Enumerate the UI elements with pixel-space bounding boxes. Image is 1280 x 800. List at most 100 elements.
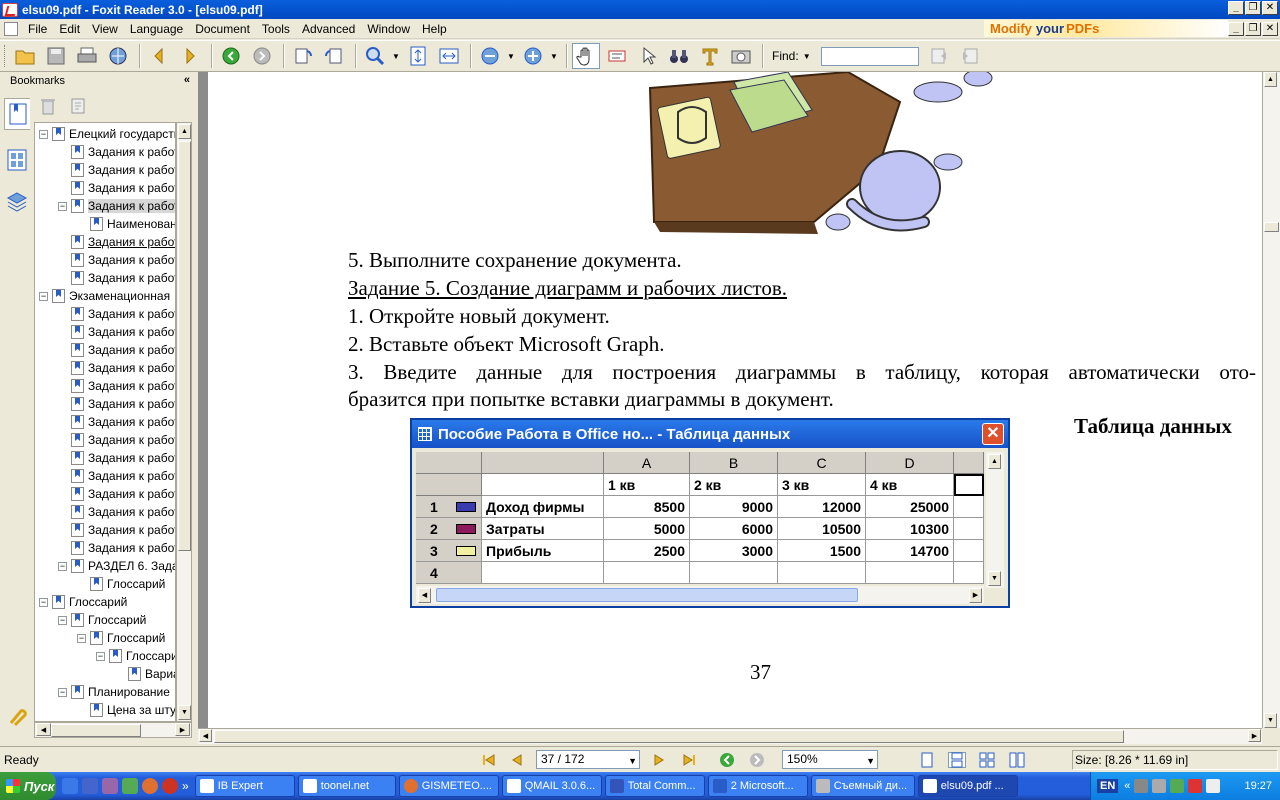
hand-tool-icon[interactable] (572, 43, 600, 69)
bookmark-item[interactable]: Глоссарий (77, 575, 165, 593)
fit-page-icon[interactable] (404, 43, 432, 69)
menu-document[interactable]: Document (189, 19, 256, 39)
menu-help[interactable]: Help (416, 19, 453, 39)
network-quick-icon[interactable] (122, 778, 138, 794)
prev-page-icon[interactable] (508, 752, 526, 768)
last-page-icon[interactable] (680, 752, 698, 768)
bookmark-item[interactable]: − Глоссарий (58, 611, 146, 629)
tray-expand-icon[interactable]: « (1124, 780, 1130, 792)
next-page-icon[interactable] (176, 43, 204, 69)
bookmark-item[interactable]: Задания к работе (58, 251, 175, 269)
minimize-button[interactable]: _ (1228, 1, 1244, 15)
document-horizontal-scrollbar[interactable]: ◀ ▶ (198, 728, 1262, 744)
save-quick-icon[interactable] (82, 778, 98, 794)
bookmark-item[interactable]: Задания к работе (58, 179, 175, 197)
toolbar-grip[interactable] (4, 45, 7, 67)
text-select-icon[interactable] (603, 43, 631, 69)
back-icon[interactable] (217, 43, 245, 69)
collapse-toggle-icon[interactable]: − (58, 561, 67, 571)
bookmark-item[interactable]: − Задания к работе (58, 197, 175, 215)
task-foxit[interactable]: elsu09.pdf ... (917, 775, 1018, 797)
bookmark-item[interactable]: Задания к работе (58, 233, 175, 251)
doc-scroll-left-arrow[interactable]: ◀ (199, 729, 212, 742)
menu-view[interactable]: View (86, 19, 124, 39)
zoom-tool-dropdown-icon[interactable]: ▼ (392, 52, 400, 61)
doc-scroll-down-arrow[interactable]: ▼ (1264, 713, 1277, 728)
zoom-dropdown-icon[interactable]: ▼ (866, 753, 875, 770)
print-icon[interactable] (73, 43, 101, 69)
bookmark-item[interactable]: − Планирование (58, 683, 170, 701)
page-dropdown-icon[interactable]: ▼ (628, 753, 637, 770)
scroll-up-arrow[interactable]: ▲ (178, 124, 191, 139)
bookmark-item[interactable]: Задания к работе (58, 269, 175, 287)
zoom-in-icon[interactable] (519, 43, 547, 69)
select-arrow-icon[interactable] (634, 43, 662, 69)
task-gismeteo[interactable]: GISMETEO.... (398, 775, 499, 797)
find-options-dropdown-icon[interactable]: ▼ (803, 52, 811, 61)
attachments-tab-icon[interactable] (4, 700, 30, 732)
document-icon[interactable] (4, 21, 18, 36)
collapse-toggle-icon[interactable]: − (58, 687, 67, 697)
two-page-icon[interactable] (1008, 752, 1026, 768)
bookmark-item[interactable]: Задания к работе (58, 431, 175, 449)
layers-tab-icon[interactable] (4, 186, 30, 218)
zoom-out-dropdown-icon[interactable]: ▼ (507, 52, 515, 61)
task-qmail[interactable]: QMAIL 3.0.6... (501, 775, 602, 797)
modify-pdfs-banner[interactable]: Modify your PDFs (984, 20, 1228, 37)
collapse-toggle-icon[interactable]: − (58, 201, 67, 211)
find-input[interactable] (820, 46, 919, 66)
menu-edit[interactable]: Edit (53, 19, 86, 39)
bookmark-item[interactable]: Задания к работе (58, 143, 175, 161)
scroll-right-arrow[interactable]: ▶ (175, 723, 190, 736)
snapshot-icon[interactable] (727, 43, 755, 69)
rotate-right-icon[interactable] (320, 43, 348, 69)
doc-close-button[interactable]: ✕ (1262, 22, 1278, 36)
doc-scroll-thumb[interactable] (1264, 222, 1279, 232)
menu-file[interactable]: File (22, 19, 53, 39)
antivirus-tray-icon[interactable] (1188, 779, 1203, 793)
firefox-quick-icon[interactable] (142, 778, 158, 794)
bookmark-item[interactable]: − Глоссарий (96, 647, 175, 665)
language-indicator[interactable]: EN (1097, 779, 1119, 793)
network-tray-icon[interactable] (1152, 779, 1167, 793)
delete-bookmark-icon[interactable] (40, 97, 56, 118)
forward-icon[interactable] (248, 43, 276, 69)
monitor-tray-icon[interactable] (1134, 779, 1149, 793)
status-forward-icon[interactable] (748, 752, 766, 768)
document-viewport[interactable]: 5. Выполните сохранение документа. Задан… (198, 72, 1262, 728)
clock[interactable]: 19:27 (1244, 780, 1272, 792)
doc-minimize-button[interactable]: _ (1228, 22, 1244, 36)
menu-advanced[interactable]: Advanced (296, 19, 361, 39)
bookmark-item[interactable]: Задания к работе (58, 323, 175, 341)
bookmark-item[interactable]: Задания к работе (58, 503, 175, 521)
email-icon[interactable] (104, 43, 132, 69)
find-previous-icon[interactable] (925, 43, 953, 69)
bookmark-item[interactable]: Задания к работе (58, 359, 175, 377)
bookmark-item[interactable]: Задания к работе (58, 467, 175, 485)
bookmark-item[interactable]: Варианты (115, 665, 175, 683)
doc-scroll-up-arrow[interactable]: ▲ (1264, 72, 1277, 87)
bookmarks-horizontal-scrollbar[interactable]: ◀ ▶ (34, 722, 192, 738)
collapse-toggle-icon[interactable]: − (58, 615, 67, 625)
start-button[interactable]: Пуск (0, 772, 56, 800)
menu-window[interactable]: Window (361, 19, 416, 39)
bookmark-item[interactable]: − Экзаменационная (39, 287, 170, 305)
bookmark-item[interactable]: − Глоссарий (39, 593, 127, 611)
zoom-in-dropdown-icon[interactable]: ▼ (550, 52, 558, 61)
fit-width-icon[interactable] (435, 43, 463, 69)
collapse-panel-icon[interactable]: « (184, 74, 190, 86)
save-icon[interactable] (42, 43, 70, 69)
zoom-tool-icon[interactable] (361, 43, 389, 69)
bookmark-item[interactable]: Задания к работе (58, 521, 175, 539)
bookmark-item[interactable]: Задания к работе (58, 485, 175, 503)
doc-restore-button[interactable]: ❐ (1245, 22, 1261, 36)
more-quick-icon[interactable]: » (182, 779, 189, 793)
bookmarks-hscroll-thumb[interactable] (51, 724, 141, 737)
single-page-icon[interactable] (918, 752, 936, 768)
task-removable-disk[interactable]: Съемный ди... (810, 775, 915, 797)
bookmark-item[interactable]: Задания к работе (58, 395, 175, 413)
task-total-commander[interactable]: Total Comm... (604, 775, 705, 797)
bookmarks-tab-icon[interactable] (4, 98, 30, 130)
continuous-page-icon[interactable] (948, 752, 966, 768)
bookmark-item[interactable]: Задания к работе (58, 341, 175, 359)
